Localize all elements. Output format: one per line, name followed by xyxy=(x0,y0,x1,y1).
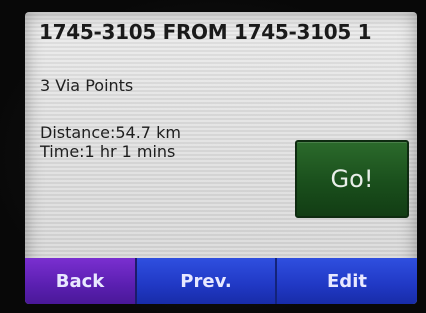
route-distance: Distance:54.7 km xyxy=(40,123,181,142)
route-time: Time:1 hr 1 mins xyxy=(40,142,176,161)
bottom-button-bar: Back Prev. Edit xyxy=(25,258,417,304)
route-summary-screen: 1745-3105 FROM 1745-3105 1 3 Via Points … xyxy=(25,12,417,304)
back-button[interactable]: Back xyxy=(25,258,137,304)
route-title: 1745-3105 FROM 1745-3105 1 xyxy=(39,20,372,44)
go-button[interactable]: Go! xyxy=(295,140,409,218)
prev-button[interactable]: Prev. xyxy=(137,258,277,304)
via-points-count: 3 Via Points xyxy=(40,76,134,95)
gps-device-bezel: 1745-3105 FROM 1745-3105 1 3 Via Points … xyxy=(0,0,426,313)
edit-button[interactable]: Edit xyxy=(277,258,417,304)
